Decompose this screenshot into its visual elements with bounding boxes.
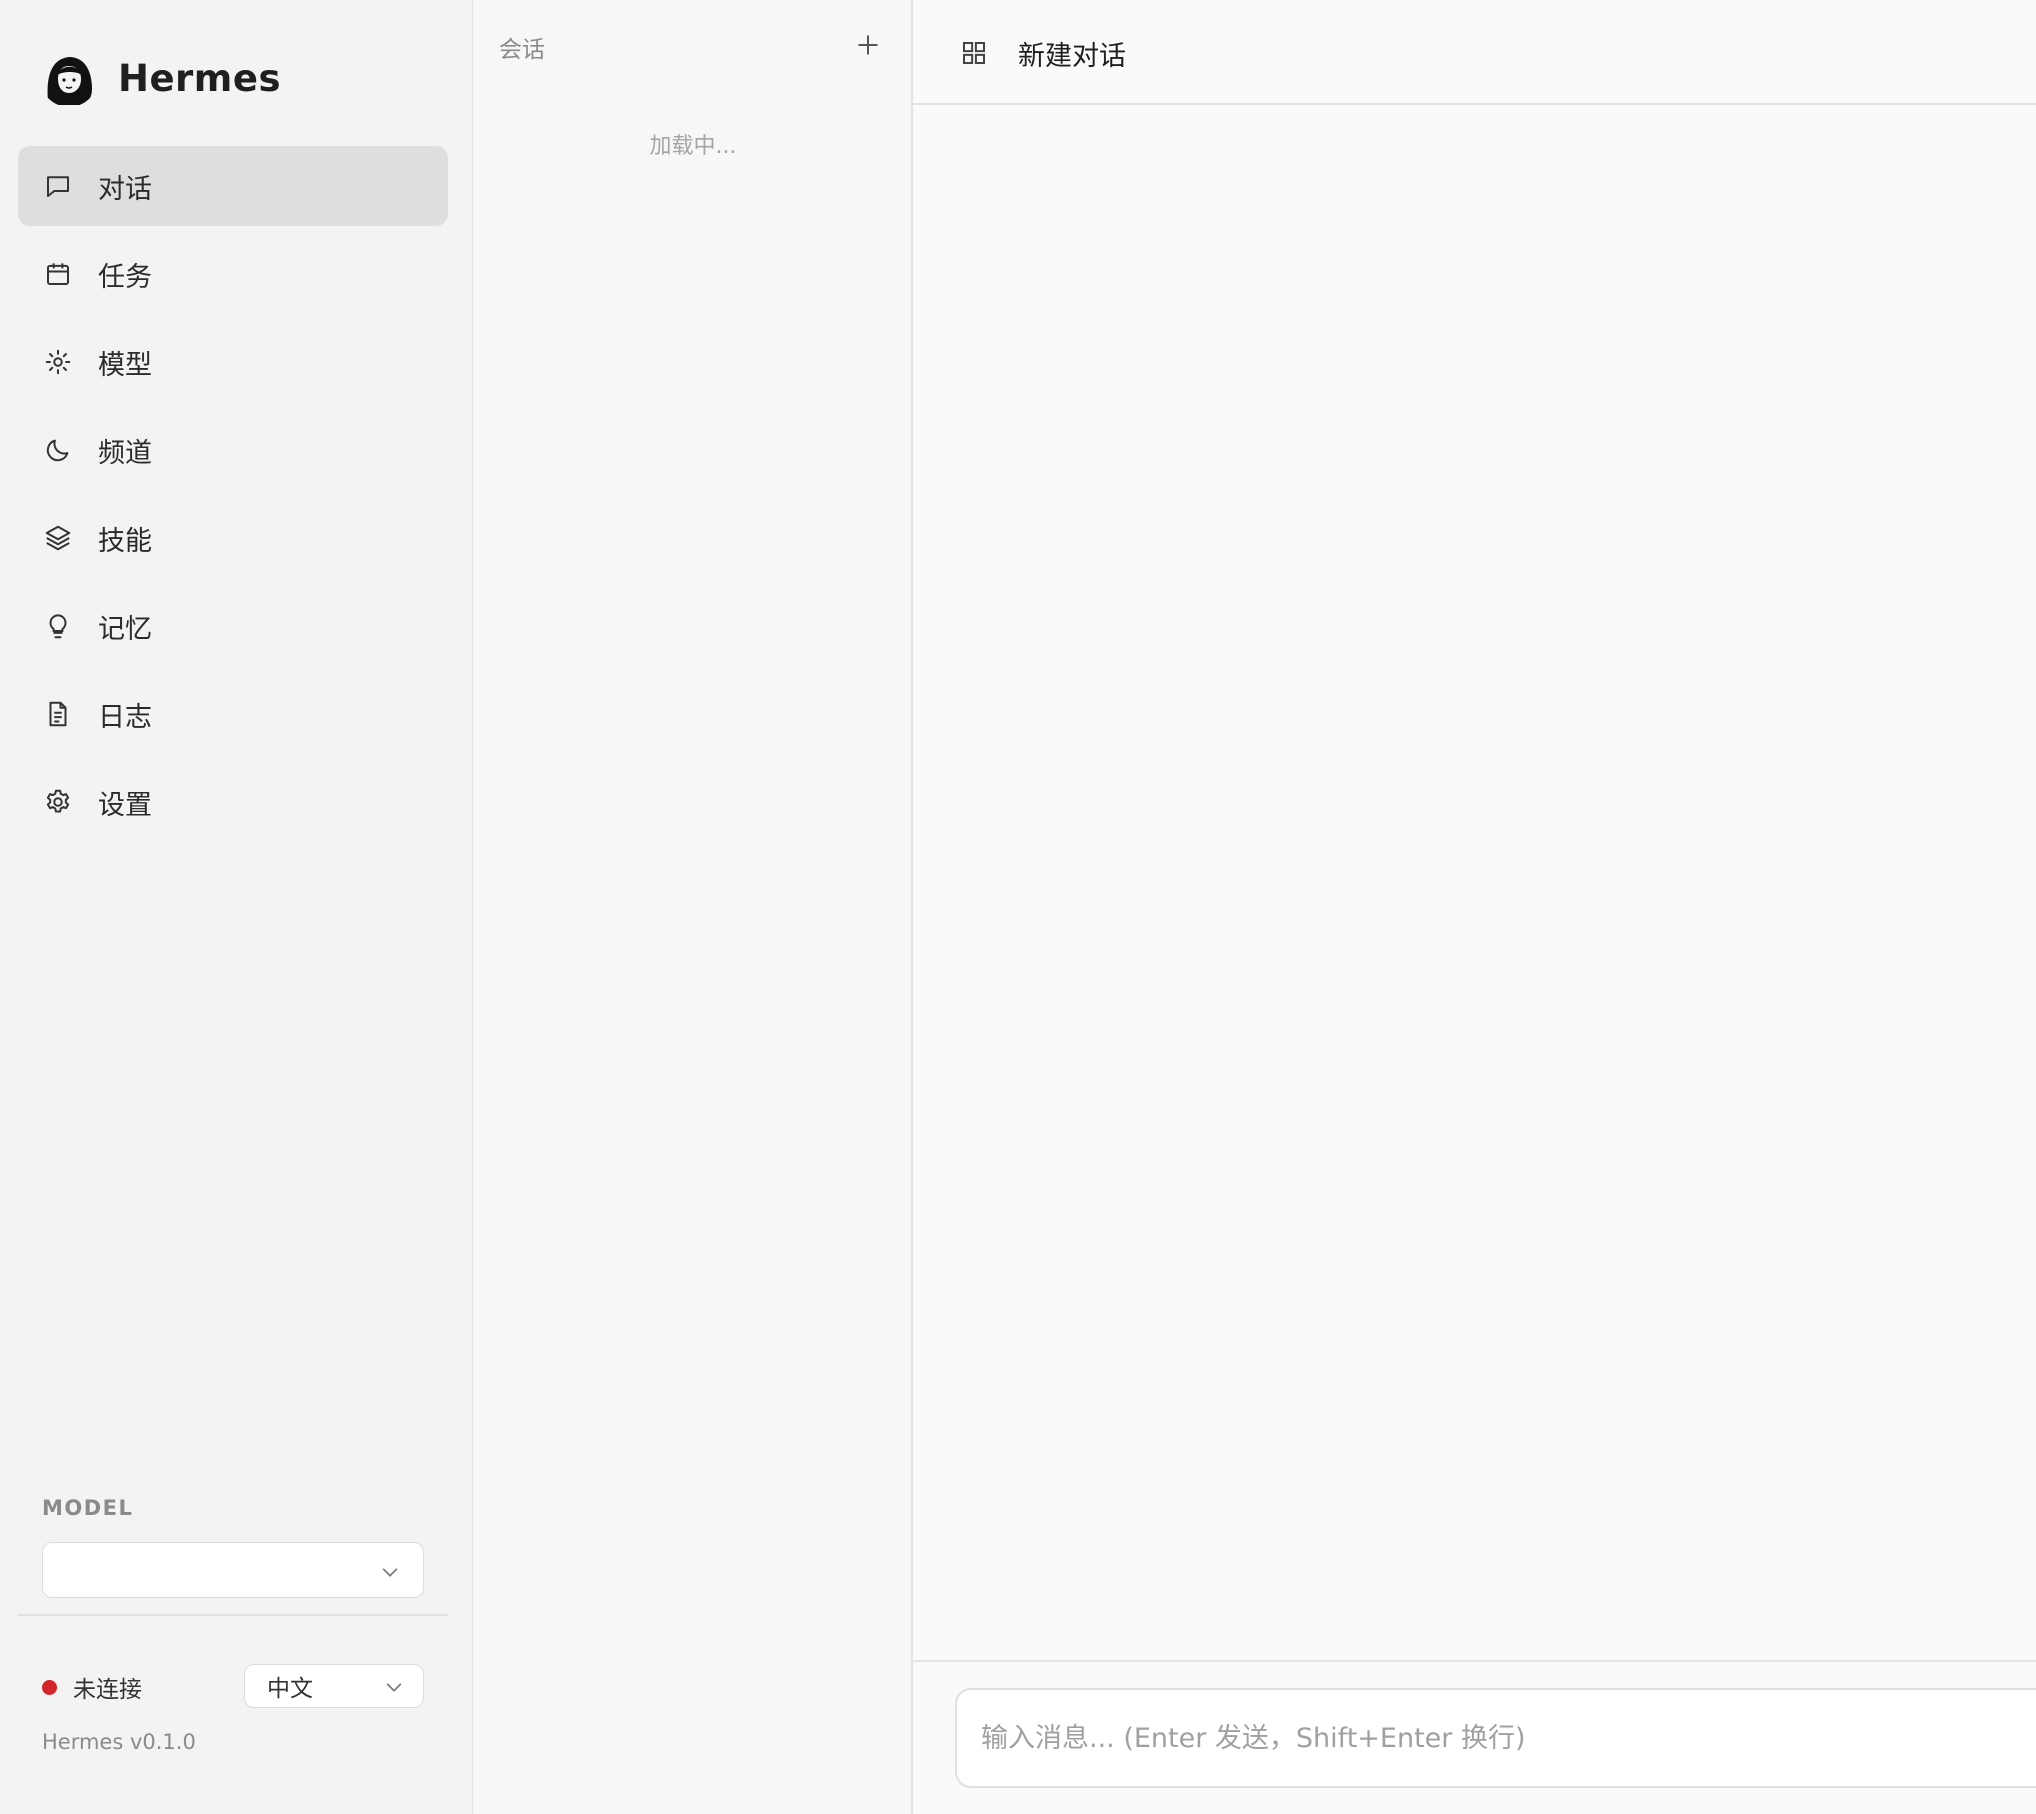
sidebar-item-label: 技能 <box>98 525 152 557</box>
sidebar: Hermes 对话 任务 模型 频道 技能 记忆 日志 设置 MODEL 未连接… <box>0 0 473 1814</box>
sessions-panel: 会话 加载中... <box>473 0 913 1814</box>
grid-icon <box>963 42 985 64</box>
loading-text: 加载中... <box>649 134 737 159</box>
sidebar-nav: 对话 任务 模型 频道 技能 记忆 日志 设置 <box>18 146 448 850</box>
chevron-down-icon <box>386 1683 402 1692</box>
brand-name: Hermes <box>118 56 281 100</box>
brand: Hermes <box>40 46 281 110</box>
model-section: MODEL <box>42 1496 424 1598</box>
chat-main: 新建对话 <box>913 0 2036 1814</box>
sidebar-item-settings[interactable]: 设置 <box>18 762 448 842</box>
sidebar-item-logs[interactable]: 日志 <box>18 674 448 754</box>
calendar-icon <box>42 258 74 290</box>
layers-icon <box>42 522 74 554</box>
model-select[interactable] <box>42 1542 424 1598</box>
message-input[interactable] <box>955 1688 2036 1788</box>
sidebar-item-chat[interactable]: 对话 <box>18 146 448 226</box>
status-dot <box>42 1679 57 1695</box>
divider <box>913 1660 2036 1662</box>
avatar <box>40 49 98 107</box>
plus-icon <box>858 35 878 55</box>
grid-toggle-button[interactable] <box>959 38 989 68</box>
app-version: Hermes v0.1.0 <box>42 1730 196 1754</box>
sidebar-item-skills[interactable]: 技能 <box>18 498 448 578</box>
chat-title: 新建对话 <box>1018 41 1126 72</box>
new-session-button[interactable] <box>853 30 883 60</box>
sessions-title: 会话 <box>499 37 545 63</box>
moon-icon <box>42 434 74 466</box>
sidebar-item-label: 设置 <box>98 789 152 821</box>
sun-icon <box>42 346 74 378</box>
sidebar-item-tasks[interactable]: 任务 <box>18 234 448 314</box>
sidebar-item-label: 模型 <box>98 349 152 381</box>
status-text: 未连接 <box>73 1677 142 1703</box>
model-title: MODEL <box>42 1496 134 1520</box>
lightbulb-icon <box>42 610 74 642</box>
sidebar-item-label: 对话 <box>98 173 152 205</box>
gear-icon <box>42 786 74 818</box>
chat-header: 新建对话 <box>913 0 2036 105</box>
sidebar-item-models[interactable]: 模型 <box>18 322 448 402</box>
sidebar-item-channels[interactable]: 频道 <box>18 410 448 490</box>
portrait-avatar-icon <box>40 49 98 107</box>
language-select[interactable]: 中文 <box>244 1664 424 1708</box>
sidebar-item-memory[interactable]: 记忆 <box>18 586 448 666</box>
sidebar-item-label: 记忆 <box>98 613 152 645</box>
divider <box>18 1614 448 1616</box>
chevron-down-icon <box>382 1568 398 1577</box>
sidebar-item-label: 频道 <box>98 437 152 469</box>
language-select-value: 中文 <box>267 1676 313 1702</box>
sidebar-item-label: 任务 <box>98 261 152 293</box>
connection-status: 未连接 中文 <box>42 1664 424 1710</box>
chat-bubble-icon <box>42 170 74 202</box>
document-icon <box>42 698 74 730</box>
sidebar-item-label: 日志 <box>98 701 152 733</box>
